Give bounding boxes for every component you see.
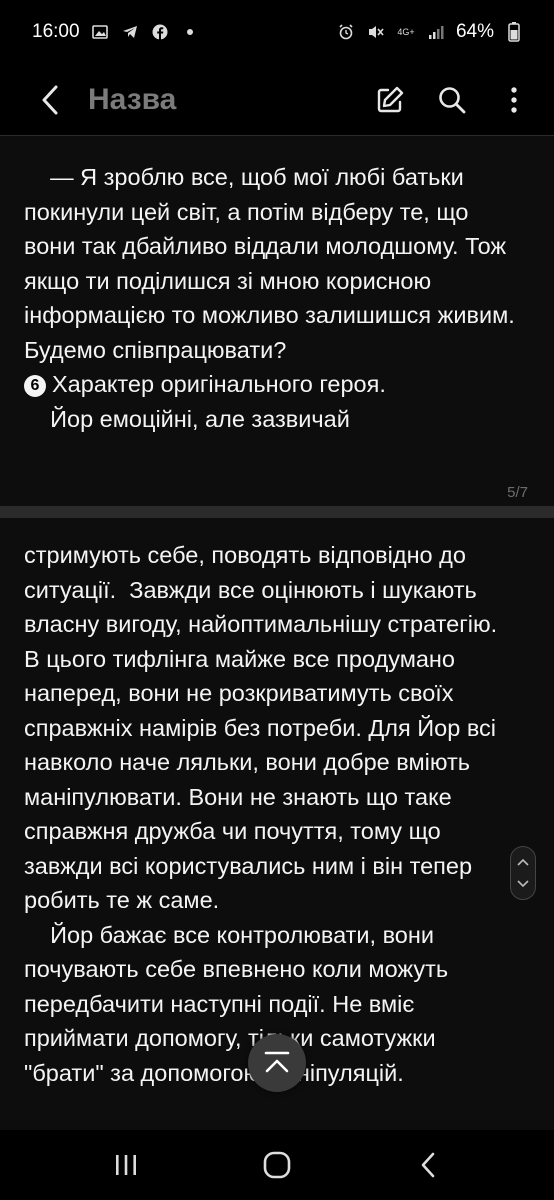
- edit-button[interactable]: [370, 80, 410, 120]
- back-button[interactable]: [30, 80, 70, 120]
- system-nav-bar: [0, 1130, 554, 1200]
- recent-apps-button[interactable]: [96, 1140, 156, 1190]
- heading-line: 6 Характер оригінального героя.: [24, 367, 518, 402]
- arrow-up-bar-icon: [264, 1051, 290, 1073]
- appbar-actions: [370, 80, 534, 120]
- alarm-icon: [336, 22, 356, 42]
- back-nav-button[interactable]: [398, 1140, 458, 1190]
- status-left: 16:00: [32, 21, 200, 43]
- signal-icon: [426, 22, 446, 42]
- more-options-button[interactable]: [494, 80, 534, 120]
- network-type-icon: 4G+: [397, 26, 415, 37]
- status-right: 4G+ 64%: [336, 21, 524, 43]
- back-icon: [422, 1152, 435, 1178]
- battery-icon: [504, 22, 524, 42]
- paragraph: — Я зроблю все, щоб мої любі батьки поки…: [24, 164, 522, 363]
- dot-icon: [180, 22, 200, 42]
- more-vertical-icon: [511, 86, 517, 113]
- page-indicator: 5/7: [507, 484, 528, 501]
- search-button[interactable]: [432, 80, 472, 120]
- gallery-icon: [90, 22, 110, 42]
- page-divider: [0, 506, 554, 518]
- paragraph: Йор емоційні, але зазвичай: [24, 405, 350, 432]
- chevron-left-icon: [42, 85, 58, 114]
- home-icon: [263, 1151, 291, 1179]
- note-page-1[interactable]: — Я зроблю все, щоб мої любі батьки поки…: [0, 136, 554, 506]
- home-button[interactable]: [247, 1140, 307, 1190]
- chevron-down-icon: [517, 880, 529, 888]
- scroll-to-top-button[interactable]: [248, 1034, 306, 1092]
- app-bar: Назва: [0, 64, 554, 136]
- recent-apps-icon: [115, 1155, 136, 1175]
- status-bar: 16:00 4G+ 64%: [0, 0, 554, 64]
- telegram-icon: [120, 22, 140, 42]
- battery-percent: 64%: [455, 21, 494, 42]
- search-icon: [439, 86, 466, 113]
- paragraph: стримують себе, поводять відповідно до с…: [24, 542, 504, 913]
- note-title[interactable]: Назва: [88, 83, 370, 117]
- edit-icon: [377, 86, 404, 112]
- status-time: 16:00: [32, 21, 80, 42]
- facebook-icon: [150, 22, 170, 42]
- numbered-bullet: 6: [24, 375, 46, 397]
- chevron-up-icon: [517, 858, 529, 866]
- mute-icon: [366, 22, 386, 42]
- section-heading: Характер оригінального героя.: [52, 371, 386, 397]
- fast-scroll-handle[interactable]: [510, 846, 536, 900]
